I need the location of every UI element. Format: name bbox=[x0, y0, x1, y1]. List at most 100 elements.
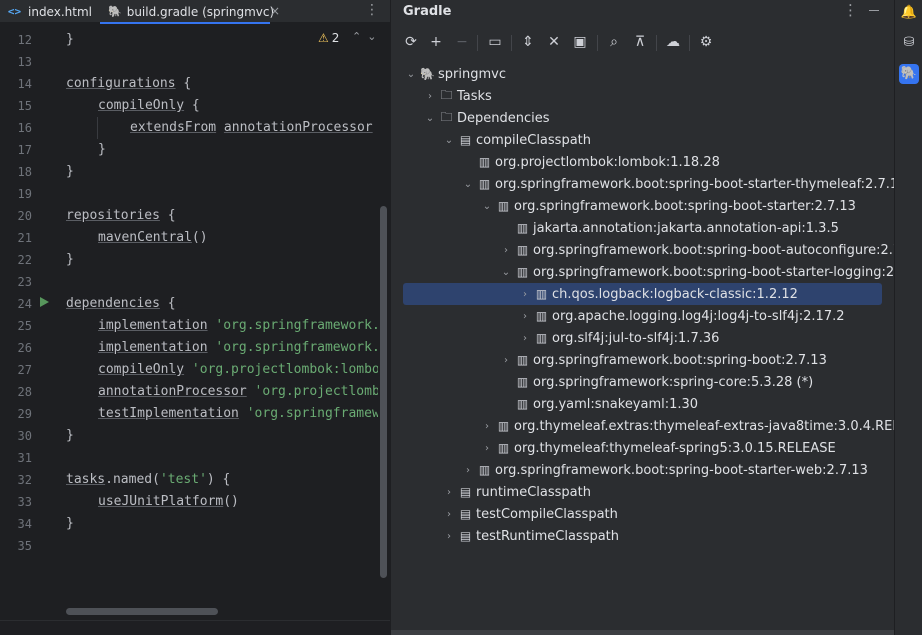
horizontal-scrollbar[interactable] bbox=[66, 608, 218, 615]
chevron-right-icon[interactable]: › bbox=[441, 487, 457, 498]
chevron-down-icon[interactable]: ⌄ bbox=[403, 69, 419, 80]
analyze-icon[interactable]: ⌕ bbox=[604, 32, 624, 52]
tree-node[interactable]: › ▤ testRuntimeClasspath bbox=[391, 525, 619, 547]
tree-node-label: org.springframework.boot:spring-boot:2.7… bbox=[533, 352, 827, 368]
tree-node[interactable]: ⌄ 🗀 Dependencies bbox=[391, 107, 550, 129]
chevron-right-icon[interactable]: › bbox=[498, 355, 514, 366]
line-number: 32 bbox=[17, 473, 32, 487]
library-icon: ▥ bbox=[516, 265, 529, 279]
tree-node[interactable]: › ▥ org.apache.logging.log4j:log4j-to-slf4… bbox=[391, 305, 845, 327]
library-icon: ▥ bbox=[478, 155, 491, 169]
execute-task-icon[interactable]: ▭ bbox=[485, 32, 505, 52]
tree-node[interactable]: › 🗀 Tasks bbox=[391, 85, 492, 107]
config-icon: ▤ bbox=[459, 133, 472, 147]
dependencies-icon[interactable]: ▣ bbox=[570, 32, 590, 52]
gradle-panel-title: Gradle bbox=[403, 4, 452, 19]
toggle-offline-icon[interactable]: ⊼ bbox=[630, 32, 650, 52]
tree-node[interactable]: › ▥ ch.qos.logback:logback-classic:1.2.12 bbox=[403, 283, 882, 305]
tree-node[interactable]: › ▥ org.slf4j:jul-to-slf4j:1.7.36 bbox=[391, 327, 719, 349]
folder-icon: 🗀 bbox=[440, 109, 453, 124]
tree-node[interactable]: ⌄ ▥ org.springframework.boot:spring-boot-s… bbox=[391, 173, 895, 195]
tree-node[interactable]: ▥ org.projectlombok:lombok:1.18.28 bbox=[391, 151, 720, 173]
tree-node[interactable]: › ▤ testCompileClasspath bbox=[391, 503, 618, 525]
chevron-right-icon[interactable]: › bbox=[517, 289, 533, 300]
gradle-tool-window: Gradle ⋮ ⟳ + − ▭ ⇕ ✕ ▣ ⌕ ⊼ ☁ ⚙ ⌄ 🐘 springmvc › 🗀 Tasks ⌄… bbox=[390, 0, 895, 635]
chevron-down-icon[interactable]: ⌄ bbox=[498, 267, 514, 278]
code-line-17: } bbox=[98, 142, 106, 157]
chevron-down-icon[interactable]: ⌄ bbox=[422, 113, 438, 124]
tree-node[interactable]: › ▥ org.springframework.boot:spring-boot:2… bbox=[391, 349, 827, 371]
code-line-28: annotationProcessor 'org.projectlombo bbox=[98, 384, 378, 399]
expand-all-icon[interactable]: ⇕ bbox=[518, 32, 538, 52]
gradle-bottom-edge bbox=[391, 630, 895, 635]
tree-node[interactable]: ▥ org.springframework:spring-core:5.3.28 … bbox=[391, 371, 813, 393]
settings-icon[interactable]: ⚙ bbox=[696, 32, 716, 52]
chevron-right-icon[interactable]: › bbox=[460, 465, 476, 476]
chevron-right-icon[interactable]: › bbox=[441, 531, 457, 542]
chevron-right-icon[interactable]: › bbox=[441, 509, 457, 520]
gradle-tool-icon[interactable]: 🐘 bbox=[899, 64, 919, 84]
editor-tab-bar: <> index.html 🐘 build.gradle (springmvc)… bbox=[0, 0, 390, 24]
remove-icon[interactable]: − bbox=[452, 32, 472, 52]
chevron-right-icon[interactable]: › bbox=[479, 443, 495, 454]
tree-node[interactable]: › ▤ runtimeClasspath bbox=[391, 481, 591, 503]
tab-index-html[interactable]: <> index.html bbox=[6, 0, 92, 23]
reload-icon[interactable]: ⟳ bbox=[401, 32, 421, 52]
tree-node[interactable]: › ▥ org.thymeleaf.extras:thymeleaf-extras-… bbox=[391, 415, 895, 437]
tree-node[interactable]: ⌄ ▤ compileClasspath bbox=[391, 129, 591, 151]
chevron-down-icon[interactable]: ⌄ bbox=[441, 135, 457, 146]
tree-node[interactable]: › ▥ org.thymeleaf:thymeleaf-spring5:3.0.15… bbox=[391, 437, 836, 459]
line-number: 18 bbox=[17, 165, 32, 179]
offline-mode-icon[interactable]: ☁ bbox=[663, 32, 683, 52]
code-line-15: compileOnly { bbox=[98, 98, 200, 113]
library-icon: ▥ bbox=[478, 463, 491, 477]
toolbar-separator bbox=[511, 35, 512, 51]
tree-node[interactable]: › ▥ org.springframework.boot:spring-boot-a… bbox=[391, 239, 895, 261]
chevron-right-icon[interactable]: › bbox=[498, 245, 514, 256]
tree-node[interactable]: ⌄ ▥ org.springframework.boot:spring-boot-s… bbox=[391, 195, 856, 217]
library-icon: ▥ bbox=[516, 397, 529, 411]
tree-node[interactable]: › ▥ org.springframework.boot:spring-boot-s… bbox=[391, 459, 868, 481]
chevron-down-icon[interactable]: ⌄ bbox=[460, 179, 476, 190]
run-icon[interactable] bbox=[40, 297, 49, 307]
toolbar-separator bbox=[597, 35, 598, 51]
line-number: 21 bbox=[17, 231, 32, 245]
tree-node-label: jakarta.annotation:jakarta.annotation-ap… bbox=[533, 220, 839, 236]
tab-more-icon[interactable]: ⋮ bbox=[365, 2, 379, 18]
tree-node-label: org.thymeleaf:thymeleaf-spring5:3.0.15.R… bbox=[514, 440, 836, 456]
tab-build-gradle[interactable]: 🐘 build.gradle (springmvc) bbox=[100, 0, 274, 24]
chevron-right-icon[interactable]: › bbox=[479, 421, 495, 432]
line-number: 35 bbox=[17, 539, 32, 553]
tree-node[interactable]: ⌄ ▥ org.springframework.boot:spring-boot-s… bbox=[391, 261, 895, 283]
more-options-icon[interactable]: ⋮ bbox=[843, 1, 858, 19]
tree-node-label: ch.qos.logback:logback-classic:1.2.12 bbox=[552, 286, 798, 302]
tab-label: index.html bbox=[28, 4, 92, 19]
database-icon[interactable]: ⛁ bbox=[899, 33, 919, 53]
tree-node[interactable]: ⌄ 🐘 springmvc bbox=[391, 63, 506, 85]
gradle-dependency-tree[interactable]: ⌄ 🐘 springmvc › 🗀 Tasks ⌄ 🗀 Dependencies ⌄ ▤ compil… bbox=[391, 63, 895, 623]
minimize-icon[interactable] bbox=[869, 10, 879, 11]
code-line-20: repositories { bbox=[66, 208, 176, 223]
collapse-all-icon[interactable]: ✕ bbox=[544, 32, 564, 52]
code-editor[interactable]: <> index.html 🐘 build.gradle (springmvc)… bbox=[0, 0, 390, 635]
line-number: 30 bbox=[17, 429, 32, 443]
code-area[interactable]: } configurations { compileOnly { extends… bbox=[66, 29, 378, 569]
code-line-27: compileOnly 'org.projectlombok:lombok bbox=[98, 362, 378, 377]
tree-node-label: org.projectlombok:lombok:1.18.28 bbox=[495, 154, 720, 170]
library-icon: ▥ bbox=[516, 221, 529, 235]
chevron-right-icon[interactable]: › bbox=[517, 333, 533, 344]
tree-node-label: org.springframework:spring-core:5.3.28 (… bbox=[533, 374, 814, 390]
close-tab-icon[interactable]: × bbox=[270, 4, 280, 18]
chevron-right-icon[interactable]: › bbox=[422, 91, 438, 102]
tree-node[interactable]: ▥ jakarta.annotation:jakarta.annotation-a… bbox=[391, 217, 839, 239]
code-line-34: } bbox=[66, 516, 74, 531]
code-line-32: tasks.named('test') { bbox=[66, 472, 231, 487]
tree-node[interactable]: ▥ org.yaml:snakeyaml:1.30 bbox=[391, 393, 698, 415]
chevron-down-icon[interactable]: ⌄ bbox=[479, 201, 495, 212]
folder-icon: 🗀 bbox=[440, 87, 453, 102]
vertical-scrollbar[interactable] bbox=[380, 206, 387, 578]
add-icon[interactable]: + bbox=[426, 32, 446, 52]
toolbar-separator bbox=[477, 35, 478, 51]
notifications-icon[interactable]: 🔔 bbox=[899, 3, 919, 23]
chevron-right-icon[interactable]: › bbox=[517, 311, 533, 322]
